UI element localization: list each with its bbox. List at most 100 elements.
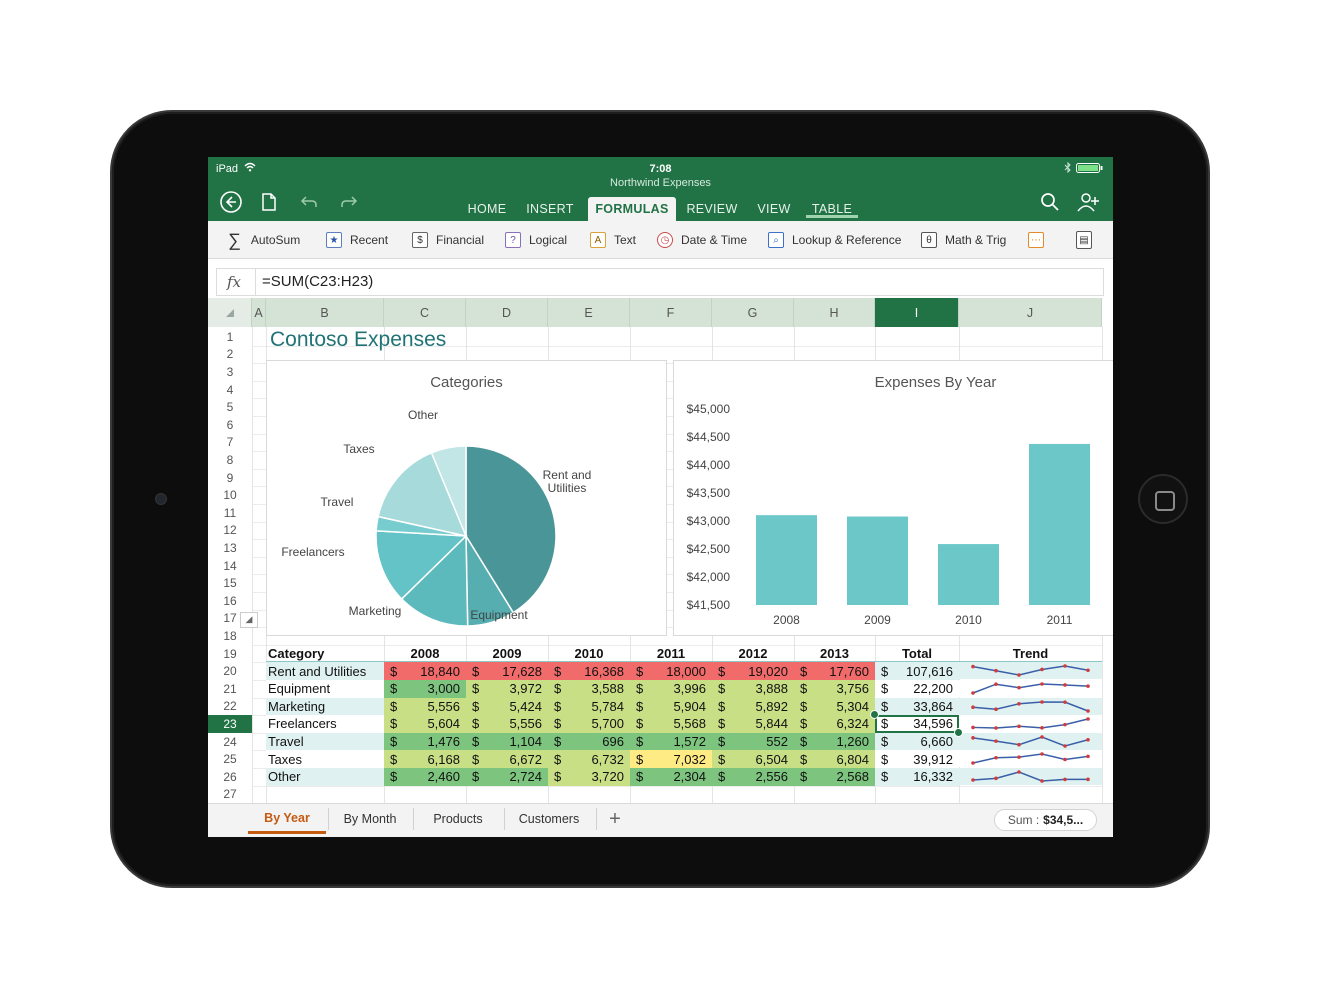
row-header[interactable]: 16: [208, 592, 252, 610]
table-value-cell[interactable]: $5,604: [384, 715, 466, 733]
table-value-cell[interactable]: $17,628: [466, 662, 548, 680]
row-header[interactable]: 20: [208, 662, 252, 680]
table-total-cell[interactable]: $22,200: [875, 680, 959, 698]
table-header-cell[interactable]: 2009: [466, 645, 548, 663]
table-value-cell[interactable]: $3,972: [466, 680, 548, 698]
table-total-cell[interactable]: $107,616: [875, 662, 959, 680]
table-value-cell[interactable]: $3,000: [384, 680, 466, 698]
col-header-c[interactable]: C: [384, 298, 466, 327]
trend-sparkline[interactable]: [959, 768, 1102, 785]
table-value-cell[interactable]: $2,460: [384, 768, 466, 786]
expenses-by-year-chart[interactable]: Expenses By Year $45,000 $44,500 $44,000 $4…: [673, 360, 1113, 636]
add-sheet-button[interactable]: +: [600, 804, 630, 834]
row-header[interactable]: 4: [208, 380, 252, 399]
row-header[interactable]: 21: [208, 680, 252, 698]
table-value-cell[interactable]: $16,368: [548, 662, 630, 680]
col-header-e[interactable]: E: [548, 298, 630, 327]
table-row-category[interactable]: Equipment: [266, 680, 384, 698]
table-header-cell[interactable]: Category: [266, 645, 384, 663]
table-value-cell[interactable]: $5,568: [630, 715, 712, 733]
table-row-category[interactable]: Other: [266, 768, 384, 786]
table-header-cell[interactable]: 2013: [794, 645, 875, 663]
sum-indicator[interactable]: Sum : $34,5...: [994, 809, 1097, 831]
table-value-cell[interactable]: $2,568: [794, 768, 875, 786]
row-header[interactable]: 23: [208, 715, 252, 733]
row-header[interactable]: 5: [208, 398, 252, 416]
table-row-category[interactable]: Taxes: [266, 750, 384, 768]
table-row-category[interactable]: Travel: [266, 732, 384, 751]
bar[interactable]: [938, 544, 999, 605]
autosum-button[interactable]: ∑ AutoSum: [228, 221, 300, 259]
table-row-category[interactable]: Rent and Utilities: [266, 662, 384, 680]
col-header-g[interactable]: G: [712, 298, 794, 327]
table-value-cell[interactable]: $7,032: [630, 750, 712, 768]
table-value-cell[interactable]: $2,724: [466, 768, 548, 786]
trend-sparkline[interactable]: [959, 732, 1102, 750]
trend-sparkline[interactable]: [959, 715, 1102, 733]
formula-bar[interactable]: fx =SUM(C23:H23): [216, 268, 1104, 296]
file-icon[interactable]: [256, 189, 282, 215]
table-value-cell[interactable]: $2,304: [630, 768, 712, 786]
home-button[interactable]: [1138, 474, 1188, 524]
table-header-cell[interactable]: 2008: [384, 645, 466, 663]
row-header[interactable]: 22: [208, 697, 252, 716]
text-button[interactable]: A Text: [590, 221, 636, 259]
table-total-cell[interactable]: $16,332: [875, 768, 959, 786]
sheet-title[interactable]: Contoso Expenses: [270, 328, 446, 352]
table-value-cell[interactable]: $1,104: [466, 732, 548, 751]
table-value-cell[interactable]: $5,700: [548, 715, 630, 733]
table-value-cell[interactable]: $19,020: [712, 662, 794, 680]
col-header-d[interactable]: D: [466, 298, 548, 327]
bar[interactable]: [756, 515, 817, 605]
resize-handle-icon[interactable]: ◢: [240, 611, 258, 628]
row-header[interactable]: 9: [208, 468, 252, 487]
select-all-corner[interactable]: [208, 298, 252, 327]
row-header[interactable]: 19: [208, 644, 252, 663]
table-value-cell[interactable]: $18,000: [630, 662, 712, 680]
row-header[interactable]: 3: [208, 363, 252, 381]
tab-home[interactable]: HOME: [460, 197, 514, 221]
table-value-cell[interactable]: $6,168: [384, 750, 466, 768]
row-header[interactable]: 6: [208, 416, 252, 434]
table-value-cell[interactable]: $1,476: [384, 732, 466, 751]
lookup-reference-button[interactable]: ⌕ Lookup & Reference: [768, 221, 901, 259]
sheet-tab-by-month[interactable]: By Month: [332, 804, 408, 834]
back-icon[interactable]: [218, 189, 244, 215]
table-header-cell[interactable]: Trend: [959, 645, 1102, 663]
table-header-cell[interactable]: 2010: [548, 645, 630, 663]
trend-sparkline[interactable]: [959, 680, 1102, 697]
table-value-cell[interactable]: $6,732: [548, 750, 630, 768]
tab-view[interactable]: VIEW: [752, 197, 796, 221]
row-header[interactable]: 26: [208, 768, 252, 786]
table-value-cell[interactable]: $5,424: [466, 697, 548, 716]
table-value-cell[interactable]: $5,304: [794, 697, 875, 716]
table-value-cell[interactable]: $552: [712, 732, 794, 751]
undo-icon[interactable]: [296, 189, 322, 215]
col-header-i[interactable]: I: [875, 298, 959, 327]
more-functions-button[interactable]: ⋯: [1028, 221, 1052, 259]
redo-icon[interactable]: [336, 189, 362, 215]
sheet-tab-by-year[interactable]: By Year: [248, 804, 326, 834]
table-value-cell[interactable]: $18,840: [384, 662, 466, 680]
col-header-f[interactable]: F: [630, 298, 712, 327]
table-value-cell[interactable]: $1,572: [630, 732, 712, 751]
table-value-cell[interactable]: $3,588: [548, 680, 630, 698]
trend-sparkline[interactable]: [959, 750, 1102, 768]
categories-chart[interactable]: Categories Rent and Utilities Equipment Mar…: [266, 360, 667, 636]
bar[interactable]: [847, 516, 908, 605]
table-header-cell[interactable]: 2012: [712, 645, 794, 663]
table-total-cell[interactable]: $39,912: [875, 750, 959, 768]
table-total-cell[interactable]: $34,596: [875, 715, 959, 733]
row-header[interactable]: 27: [208, 785, 252, 804]
table-row-category[interactable]: Freelancers: [266, 715, 384, 733]
table-value-cell[interactable]: $6,804: [794, 750, 875, 768]
search-icon[interactable]: [1037, 189, 1063, 215]
trend-sparkline[interactable]: [959, 697, 1102, 715]
table-value-cell[interactable]: $3,756: [794, 680, 875, 698]
table-value-cell[interactable]: $5,904: [630, 697, 712, 716]
row-header[interactable]: 13: [208, 539, 252, 557]
table-value-cell[interactable]: $6,324: [794, 715, 875, 733]
row-header[interactable]: 1: [208, 328, 252, 346]
row-header[interactable]: 15: [208, 574, 252, 592]
bar[interactable]: [1029, 443, 1090, 605]
